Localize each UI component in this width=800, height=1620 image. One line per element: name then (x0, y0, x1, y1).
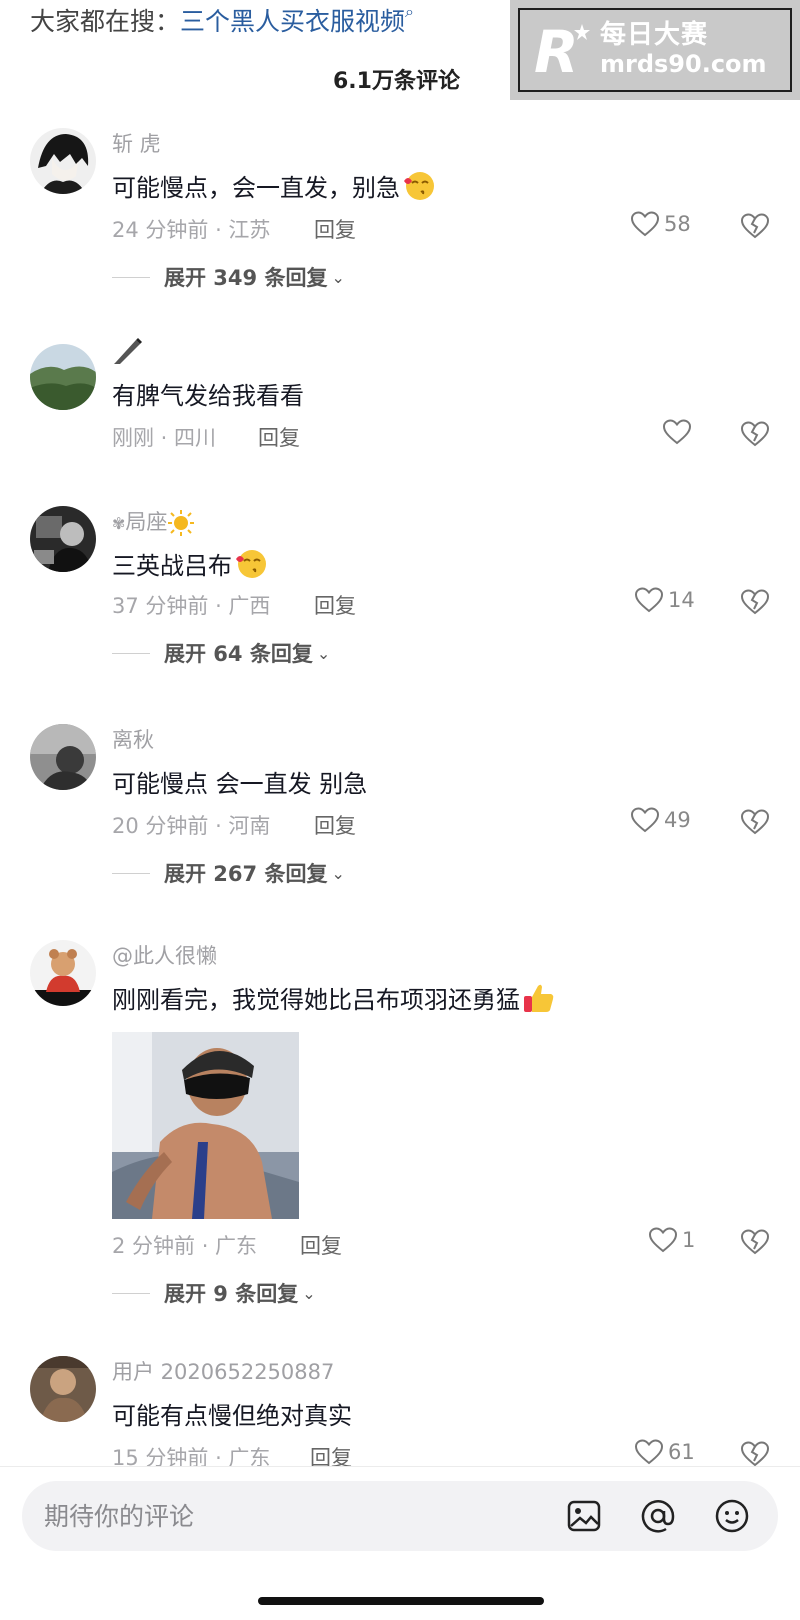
dislike-button[interactable] (740, 1228, 770, 1260)
heart-icon (630, 807, 660, 833)
broken-heart-icon (740, 809, 770, 835)
watermark-url: mrds90.com (600, 50, 767, 79)
comment-text: 可能慢点，会一直发，别急 (112, 168, 436, 207)
comment-input[interactable] (44, 1496, 524, 1536)
chevron-down-icon: ⌄ (302, 1283, 316, 1303)
comment-username[interactable]: @此人很懒 (112, 940, 217, 970)
home-indicator (258, 1597, 544, 1605)
expand-replies-label: 展开 349 条回复 (164, 266, 328, 290)
heart-icon (648, 1227, 678, 1253)
expand-replies-button[interactable]: 展开 9 条回复 ⌄ (112, 1278, 316, 1308)
search-suggestion[interactable]: 大家都在搜：三个黑人买衣服视频⌕ (30, 2, 414, 38)
comment-meta: 24 分钟前 · 江苏 (112, 218, 271, 242)
watermark: R 每日大赛 mrds90.com (510, 0, 800, 100)
expand-replies-label: 展开 64 条回复 (164, 642, 313, 666)
dislike-button[interactable] (740, 808, 770, 840)
expand-replies-label: 展开 9 条回复 (164, 1282, 299, 1306)
like-count: 61 (668, 1440, 695, 1464)
chevron-down-icon: ⌄ (316, 643, 331, 663)
kiss-face-icon (234, 549, 268, 585)
like-count: 14 (668, 588, 695, 612)
like-button[interactable]: 14 (634, 586, 695, 614)
comment-username-row[interactable]: ✾局座 (112, 506, 195, 536)
heart-icon (662, 419, 692, 445)
comment-composer-bar (0, 1466, 800, 1620)
flower-icon: ✾ (112, 514, 126, 533)
search-suggestion-prefix: 大家都在搜： (30, 7, 181, 36)
comment-composer (22, 1481, 778, 1551)
dislike-button[interactable] (740, 212, 770, 244)
chevron-down-icon: ⌄ (331, 267, 345, 287)
comment-username: 局座 (125, 510, 168, 534)
avatar[interactable] (30, 128, 96, 194)
reply-button[interactable]: 回复 (314, 214, 356, 244)
like-button[interactable]: 1 (648, 1226, 695, 1254)
avatar[interactable] (30, 724, 96, 790)
watermark-title: 每日大赛 (600, 20, 709, 51)
search-suggestion-term[interactable]: 三个黑人买衣服视频 (180, 7, 405, 36)
pen-icon (112, 336, 144, 371)
like-count: 49 (664, 808, 691, 832)
reply-button[interactable]: 回复 (314, 810, 356, 840)
reply-button[interactable]: 回复 (258, 422, 300, 452)
avatar[interactable] (30, 506, 96, 572)
chevron-down-icon: ⌄ (331, 863, 345, 883)
expand-replies-button[interactable]: 展开 267 条回复 ⌄ (112, 858, 345, 888)
like-button[interactable]: 61 (634, 1438, 695, 1466)
avatar[interactable] (30, 940, 96, 1006)
expand-replies-button[interactable]: 展开 64 条回复 ⌄ (112, 638, 330, 668)
like-button[interactable] (662, 418, 696, 446)
avatar[interactable] (30, 344, 96, 410)
avatar[interactable] (30, 1356, 96, 1422)
comment-username[interactable]: 用户 2020652250887 (112, 1356, 334, 1386)
comment-text: 刚刚看完，我觉得她比吕布项羽还勇猛 (112, 980, 556, 1020)
comment-text-content: 刚刚看完，我觉得她比吕布项羽还勇猛 (112, 986, 520, 1014)
reply-button[interactable]: 回复 (314, 590, 356, 620)
divider (112, 652, 150, 654)
heart-icon (634, 1439, 664, 1465)
broken-heart-icon (740, 421, 770, 447)
comment-text: 可能慢点 会一直发 别急 (112, 770, 368, 798)
dislike-button[interactable] (740, 420, 770, 452)
thumbs-up-icon (522, 982, 556, 1020)
emoji-icon[interactable] (714, 1498, 750, 1534)
expand-replies-label: 展开 267 条回复 (164, 862, 328, 886)
watermark-logo-icon: R (532, 18, 592, 86)
comment-meta: 37 分钟前 · 广西 (112, 594, 271, 618)
comment-text-content: 可能慢点，会一直发，别急 (112, 174, 400, 202)
comment-count: 6.1万条评论 (333, 69, 460, 94)
divider (112, 1292, 150, 1294)
reply-button[interactable]: 回复 (300, 1230, 342, 1260)
expand-replies-button[interactable]: 展开 349 条回复 ⌄ (112, 262, 345, 292)
comment-username[interactable]: 斩 虎 (112, 128, 161, 158)
comment-text: 可能有点慢但绝对真实 (112, 1402, 352, 1430)
svg-text:R: R (534, 20, 579, 80)
at-icon[interactable] (640, 1498, 676, 1534)
comment-meta: 刚刚 · 四川 (112, 426, 217, 450)
kiss-face-icon (402, 171, 436, 207)
comment-meta: 2 分钟前 · 广东 (112, 1234, 258, 1258)
heart-icon (630, 211, 660, 237)
broken-heart-icon (740, 213, 770, 239)
broken-heart-icon (740, 1441, 770, 1467)
comment-photo[interactable] (112, 1032, 299, 1219)
comment-text-content: 三英战吕布 (112, 552, 232, 580)
comment-text: 有脾气发给我看看 (112, 382, 304, 410)
comment-meta: 20 分钟前 · 河南 (112, 814, 271, 838)
like-button[interactable]: 49 (630, 806, 691, 834)
dislike-button[interactable] (740, 588, 770, 620)
search-icon: ⌕ (405, 2, 414, 21)
broken-heart-icon (740, 589, 770, 615)
like-button[interactable]: 58 (630, 210, 691, 238)
comment-text: 三英战吕布 (112, 546, 268, 585)
image-icon[interactable] (566, 1498, 602, 1534)
like-count: 58 (664, 212, 691, 236)
broken-heart-icon (740, 1229, 770, 1255)
sun-icon (167, 510, 195, 536)
like-count: 1 (682, 1228, 696, 1252)
heart-icon (634, 587, 664, 613)
divider (112, 872, 150, 874)
divider (112, 276, 150, 278)
comment-username[interactable]: 离秋 (112, 724, 154, 754)
